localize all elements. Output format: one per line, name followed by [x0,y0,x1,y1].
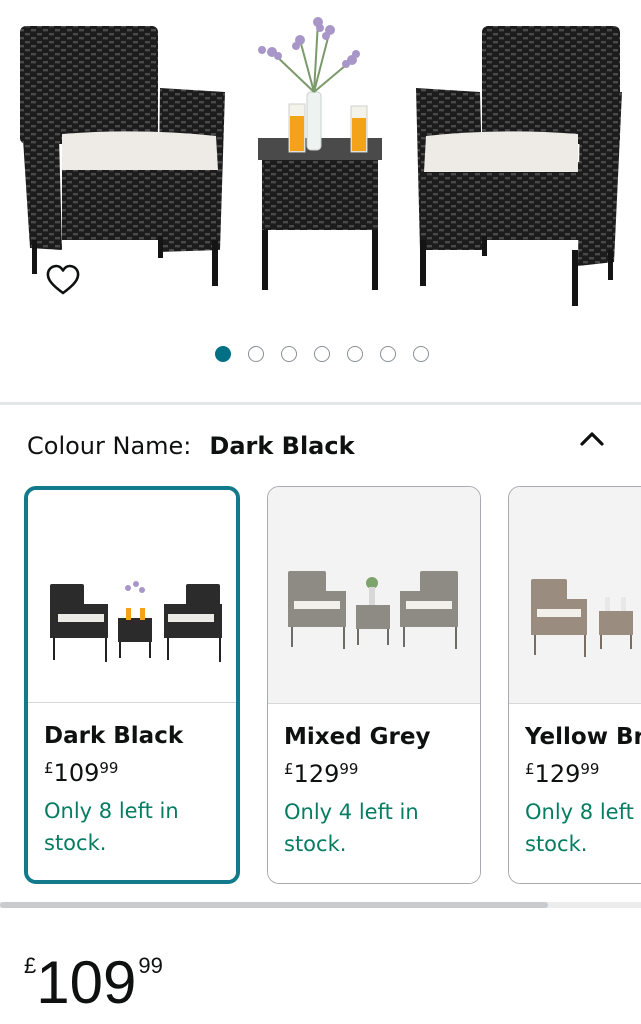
colour-swatch-list[interactable]: Dark Black £10999 Only 8 left in stock. [0,486,641,886]
section-divider [0,402,641,405]
swatch-price: £12999 [284,760,359,788]
left-chair [20,26,225,286]
carousel-dot[interactable] [214,346,231,362]
swatch-image [268,487,480,703]
carousel-dot[interactable] [247,346,264,362]
swatch-price: £10999 [44,759,119,787]
swatch-name: Mixed Grey [284,724,431,750]
swatch-stock: Only 8 left in stock. [44,799,179,855]
swatch-yellow-brown[interactable]: Yellow Br £12999 Only 8 left stock. [508,486,641,884]
product-price: £10999 [24,948,163,1017]
swatch-details: Yellow Br £12999 Only 8 left stock. [509,703,641,883]
side-table [258,17,382,290]
swatch-mixed-grey[interactable]: Mixed Grey £12999 Only 4 left in stock. [267,486,481,884]
swatch-name: Dark Black [44,723,184,749]
swatch-image [509,487,641,703]
swatch-stock: Only 8 left stock. [525,800,634,856]
colour-name-value: Dark Black [209,432,355,460]
patio-set-photo [20,17,622,306]
swatch-price: £12999 [525,760,600,788]
right-chair [416,26,622,306]
price-currency: £ [24,953,37,978]
swatch-scrollbar-thumb[interactable] [0,902,548,908]
image-carousel-dots [0,346,641,362]
swatch-dark-black[interactable]: Dark Black £10999 Only 8 left in stock. [24,486,240,884]
carousel-dot[interactable] [412,346,429,362]
wishlist-heart-icon[interactable] [44,262,82,298]
carousel-dot[interactable] [379,346,396,362]
colour-name-row: Colour Name: Dark Black [27,428,641,464]
colour-name-label: Colour Name: [27,432,192,460]
carousel-dot[interactable] [280,346,297,362]
carousel-dot[interactable] [313,346,330,362]
swatch-details: Dark Black £10999 Only 8 left in stock. [28,702,236,880]
swatch-name: Yellow Br [525,724,641,750]
price-pence: 99 [138,953,163,978]
product-image[interactable] [0,0,641,330]
swatch-image [28,490,236,706]
swatch-details: Mixed Grey £12999 Only 4 left in stock. [268,703,480,883]
chevron-up-icon[interactable] [572,424,612,458]
carousel-dot[interactable] [346,346,363,362]
price-whole: 109 [36,949,137,1016]
swatch-stock: Only 4 left in stock. [284,800,419,856]
